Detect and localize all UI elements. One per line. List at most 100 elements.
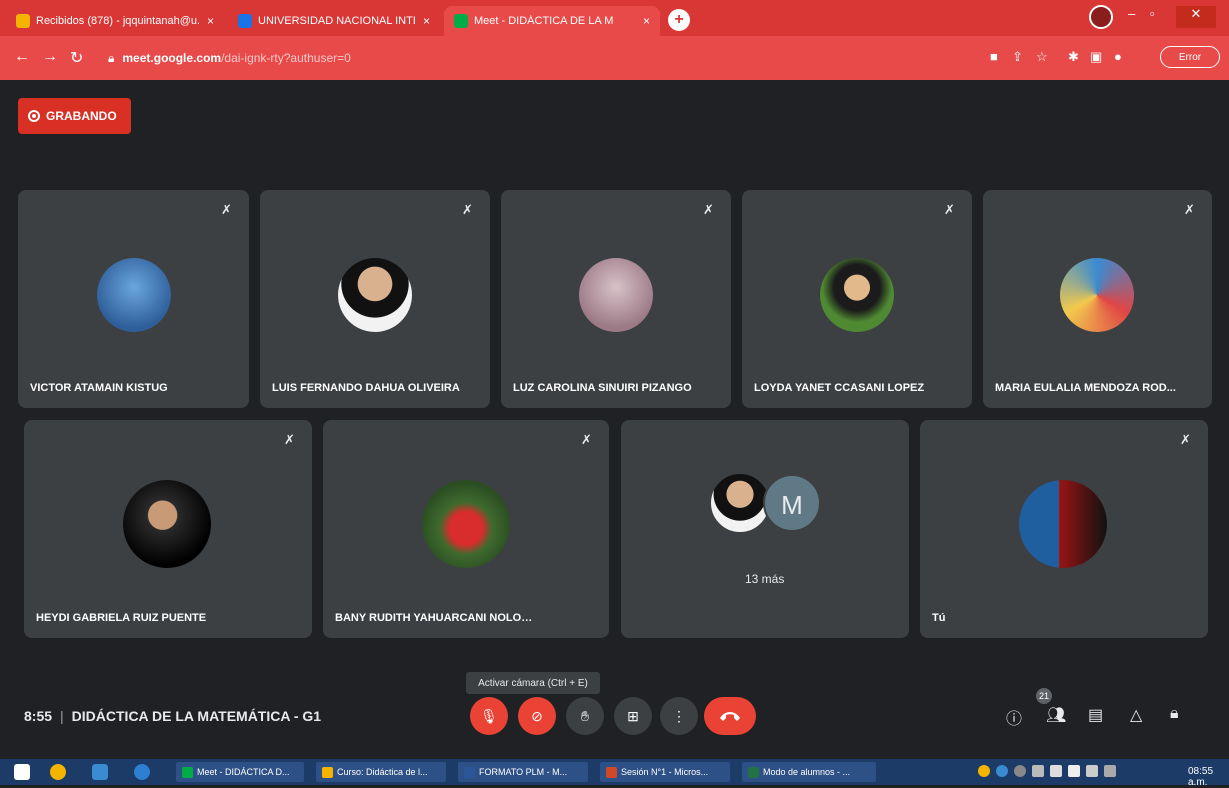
participant-avatar <box>820 258 894 332</box>
new-tab-button[interactable]: + <box>668 9 690 31</box>
participant-tile[interactable]: ✗ BANY RUDITH YAHUARCANI NOLORBE <box>323 420 609 638</box>
participant-name: VICTOR ATAMAIN KISTUG <box>30 382 168 394</box>
participant-tile[interactable]: ✗ LUZ CAROLINA SINUIRI PIZANGO <box>501 190 731 408</box>
tray-volume-icon[interactable] <box>1068 765 1080 777</box>
taskbar-task[interactable]: Meet - DIDÁCTICA D... <box>176 762 304 782</box>
participant-avatar <box>338 258 412 332</box>
microphone-toggle-button[interactable]: 🎙︎ <box>470 697 508 735</box>
meeting-details-icon[interactable]: ⓘ <box>1006 705 1022 729</box>
profile-avatar-icon[interactable]: ● <box>1114 49 1122 64</box>
participant-tile[interactable]: ✗ LUIS FERNANDO DAHUA OLIVEIRA <box>260 190 490 408</box>
side-panel-icon[interactable]: ▣ <box>1090 49 1102 65</box>
reload-icon[interactable]: ↻ <box>70 48 83 68</box>
participant-tile[interactable]: ✗ LOYDA YANET CCASANI LOPEZ <box>742 190 972 408</box>
raise-hand-button[interactable]: ✋︎ <box>566 697 604 735</box>
back-icon[interactable]: ← <box>14 48 30 66</box>
chrome-taskbar-icon[interactable] <box>50 764 66 780</box>
tab-title: Recibidos (878) - jqquintanah@u... <box>36 15 199 27</box>
tab-universidad[interactable]: UNIVERSIDAD NACIONAL INTE × <box>228 6 440 36</box>
taskbar-task[interactable]: FORMATO PLM - M... <box>458 762 588 782</box>
tray-app-icon[interactable] <box>996 765 1008 777</box>
explorer-taskbar-icon[interactable] <box>92 764 108 780</box>
hangup-icon <box>720 712 740 721</box>
present-screen-button[interactable]: ⊞ <box>614 697 652 735</box>
recording-label: GRABANDO <box>46 109 117 123</box>
more-options-button[interactable]: ⋮ <box>660 697 698 735</box>
tab-meet[interactable]: Meet - DIDÁCTICA DE LA M × <box>444 6 660 36</box>
mic-muted-icon: ✗ <box>221 202 232 217</box>
tray-network-icon[interactable] <box>1050 765 1062 777</box>
close-tab-icon[interactable]: × <box>423 14 430 28</box>
edge-taskbar-icon[interactable] <box>134 764 150 780</box>
taskbar-task-label: FORMATO PLM - M... <box>479 767 568 777</box>
participant-tile[interactable]: ✗ HEYDI GABRIELA RUIZ PUENTE <box>24 420 312 638</box>
participant-avatar <box>709 472 771 534</box>
tray-app-icon[interactable] <box>978 765 990 777</box>
windows-start-icon[interactable] <box>14 764 30 780</box>
hand-icon: ✋︎ <box>581 707 589 724</box>
participant-name: HEYDI GABRIELA RUIZ PUENTE <box>36 612 207 624</box>
camera-toggle-button[interactable]: ⊘ <box>518 697 556 735</box>
people-icon[interactable]: 👥︎ <box>1046 705 1066 725</box>
self-tile[interactable]: ✗ Tú <box>920 420 1208 638</box>
tray-language-icon[interactable] <box>1104 765 1116 777</box>
gmail-favicon <box>16 14 30 28</box>
leave-call-button[interactable] <box>704 697 756 735</box>
taskbar-task[interactable]: Sesión N°1 - Micros... <box>600 762 730 782</box>
self-avatar <box>1019 480 1107 568</box>
participant-name: BANY RUDITH YAHUARCANI NOLORBE <box>335 612 535 624</box>
mic-muted-icon: ✗ <box>462 202 473 217</box>
participant-avatar <box>579 258 653 332</box>
meeting-title: DIDÁCTICA DE LA MATEMÁTICA - G1 <box>71 708 322 724</box>
error-button[interactable]: Error <box>1160 46 1220 68</box>
taskbar-task-label: Curso: Didáctica de l... <box>337 767 428 777</box>
taskbar-task[interactable]: Curso: Didáctica de l... <box>316 762 446 782</box>
share-icon[interactable]: ⇪ <box>1012 49 1023 65</box>
site-favicon <box>238 14 252 28</box>
separator: | <box>60 708 64 724</box>
more-participants-tile[interactable]: M 13 más <box>621 420 909 638</box>
forward-icon[interactable]: → <box>42 48 58 66</box>
participant-tile[interactable]: ✗ MARIA EULALIA MENDOZA ROD... <box>983 190 1212 408</box>
extensions-icon[interactable]: ✱ <box>1068 49 1079 65</box>
mic-muted-icon: ✗ <box>1180 432 1191 447</box>
taskbar-task[interactable]: Modo de alumnos - ... <box>742 762 876 782</box>
chat-icon[interactable]: ▤ <box>1088 705 1103 725</box>
close-tab-icon[interactable]: × <box>643 14 650 28</box>
minimize-icon[interactable]: – <box>1128 6 1135 28</box>
participant-avatar <box>1060 258 1134 332</box>
tab-title: Meet - DIDÁCTICA DE LA M <box>474 15 614 27</box>
close-window-icon[interactable]: ✕ <box>1176 6 1216 28</box>
mic-muted-icon: ✗ <box>284 432 295 447</box>
more-vert-icon: ⋮ <box>672 707 686 724</box>
camera-in-use-icon[interactable]: ■ <box>990 49 998 64</box>
participant-name: MARIA EULALIA MENDOZA ROD... <box>995 382 1176 394</box>
activities-icon[interactable]: △ <box>1130 705 1142 725</box>
close-tab-icon[interactable]: × <box>207 14 214 28</box>
tab-gmail[interactable]: Recibidos (878) - jqquintanah@u... × <box>6 6 224 36</box>
tray-app-icon[interactable] <box>1014 765 1026 777</box>
powerpoint-taskbar-icon <box>606 766 617 778</box>
tray-wifi-icon[interactable] <box>1086 765 1098 777</box>
url-field[interactable]: 🔒︎ meet.google.com /dai-ignk-rty?authuse… <box>108 44 978 72</box>
windows-taskbar: Meet - DIDÁCTICA D... Curso: Didáctica d… <box>0 759 1229 788</box>
more-participants-label: 13 más <box>745 572 785 586</box>
participant-tile[interactable]: ✗ VICTOR ATAMAIN KISTUG <box>18 190 249 408</box>
profile-icon[interactable] <box>1089 5 1113 29</box>
maximize-icon[interactable]: ▫ <box>1150 6 1155 28</box>
word-taskbar-icon <box>464 766 475 778</box>
camera-tooltip: Activar cámara (Ctrl + E) <box>466 672 600 694</box>
present-icon: ⊞ <box>627 707 639 724</box>
mic-muted-icon: ✗ <box>581 432 592 447</box>
participant-name: LUIS FERNANDO DAHUA OLIVEIRA <box>272 382 460 394</box>
host-controls-icon[interactable]: 🔒︎ <box>1170 705 1179 723</box>
participant-initial-avatar: M <box>763 474 821 532</box>
bookmark-star-icon[interactable]: ☆ <box>1036 49 1048 65</box>
mic-muted-icon: ✗ <box>703 202 714 217</box>
mic-off-icon: 🎙︎ <box>480 707 498 724</box>
recording-badge[interactable]: GRABANDO <box>18 98 131 134</box>
participant-name: LOYDA YANET CCASANI LOPEZ <box>754 382 925 394</box>
browser-tab-strip: Recibidos (878) - jqquintanah@u... × UNI… <box>0 0 1229 36</box>
participant-avatar <box>422 480 510 568</box>
tray-app-icon[interactable] <box>1032 765 1044 777</box>
